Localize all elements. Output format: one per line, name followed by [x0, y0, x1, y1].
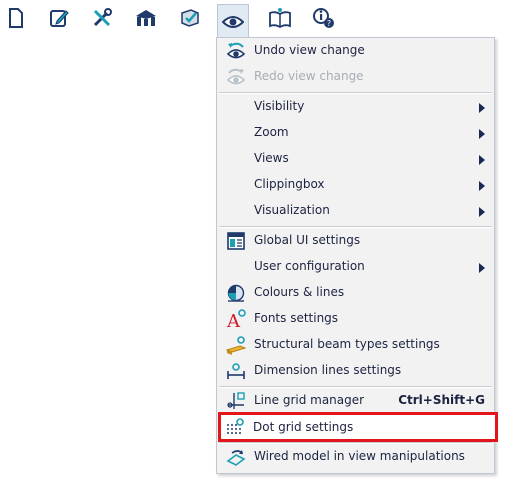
menu-item-visibility[interactable]: Visibility	[218, 94, 493, 120]
open-book-icon	[269, 8, 291, 29]
menu-item-label: Structural beam types settings	[254, 337, 440, 351]
menu-item-label: Views	[254, 151, 289, 165]
colour-wheel-icon	[227, 284, 245, 302]
menu-item-label: Redo view change	[254, 69, 364, 83]
check-box-icon	[181, 9, 199, 27]
menu-item-label: User configuration	[254, 259, 365, 273]
menu-item-redo-view-change[interactable]: Redo view change	[218, 64, 493, 90]
menu-item-dot-grid-settings[interactable]: Dot grid settings	[218, 412, 498, 442]
menu-item-fonts-settings[interactable]: A Fonts settings	[218, 306, 493, 332]
submenu-arrow-icon	[479, 103, 485, 113]
check-button[interactable]	[174, 2, 206, 34]
menu-item-label: Undo view change	[254, 43, 365, 57]
menu-item-global-ui-settings[interactable]: Global UI settings	[218, 228, 493, 254]
manual-button[interactable]	[264, 2, 296, 34]
menu-item-undo-view-change[interactable]: Undo view change	[218, 38, 493, 64]
menu-item-line-grid-manager[interactable]: Line grid manager Ctrl+Shift+G	[218, 388, 493, 414]
window-settings-icon	[227, 232, 245, 250]
submenu-arrow-icon	[479, 263, 485, 273]
edit-document-icon	[50, 10, 69, 27]
wired-model-icon	[226, 450, 246, 466]
menu-item-label: Wired model in view manipulations	[254, 449, 465, 463]
menu-item-label: Colours & lines	[254, 285, 345, 299]
menu-item-label: Zoom	[254, 125, 289, 139]
new-document-icon	[9, 8, 23, 28]
new-document-button[interactable]	[0, 2, 32, 34]
submenu-arrow-icon	[479, 181, 485, 191]
menu-item-label: Dot grid settings	[253, 420, 354, 434]
beam-icon	[226, 336, 246, 355]
shortcut-label: Ctrl+Shift+G	[398, 393, 485, 407]
dot-grid-icon	[227, 418, 244, 434]
menu-item-user-configuration[interactable]: User configuration	[218, 254, 493, 280]
menu-item-clippingbox[interactable]: Clippingbox	[218, 172, 493, 198]
menu-item-label: Fonts settings	[254, 311, 339, 325]
dimension-lines-icon	[227, 363, 245, 379]
menu-item-label: Clippingbox	[254, 177, 325, 191]
menu-item-zoom[interactable]: Zoom	[218, 120, 493, 146]
submenu-arrow-icon	[479, 207, 485, 217]
submenu-arrow-icon	[479, 155, 485, 165]
menu-item-colours-lines[interactable]: Colours & lines	[218, 280, 493, 306]
model-icon	[136, 10, 156, 26]
menu-item-label: Visibility	[254, 99, 305, 113]
undo-view-icon	[226, 42, 246, 59]
model-button[interactable]	[130, 2, 162, 34]
menu-item-label: Visualization	[254, 203, 330, 217]
menu-item-label: Dimension lines settings	[254, 363, 402, 377]
menu-item-views[interactable]: Views	[218, 146, 493, 172]
tools-icon	[93, 8, 112, 27]
edit-document-button[interactable]	[43, 2, 75, 34]
menu-item-structural-beam-types-settings[interactable]: Structural beam types settings	[218, 332, 493, 358]
menu-item-dimension-lines-settings[interactable]: Dimension lines settings	[218, 358, 493, 384]
view-dropdown-menu: Undo view change Redo view change Visibi…	[216, 37, 495, 474]
redo-view-icon	[226, 68, 246, 85]
submenu-arrow-icon	[479, 129, 485, 139]
menu-item-label: Global UI settings	[254, 233, 361, 247]
help-button[interactable]: ?	[307, 2, 339, 34]
help-info-icon: ?	[313, 8, 334, 28]
main-toolbar: ?	[0, 0, 526, 38]
tools-button[interactable]	[86, 2, 118, 34]
view-eye-icon	[222, 15, 244, 28]
menu-item-wired-model-in-view-manipulations[interactable]: Wired model in view manipulations	[218, 444, 493, 470]
font-icon: A	[226, 309, 246, 329]
view-menu-button[interactable]	[217, 4, 249, 38]
svg-text:?: ?	[327, 19, 331, 28]
menu-item-visualization[interactable]: Visualization	[218, 198, 493, 224]
line-grid-icon	[227, 392, 245, 409]
menu-item-label: Line grid manager	[254, 393, 365, 407]
